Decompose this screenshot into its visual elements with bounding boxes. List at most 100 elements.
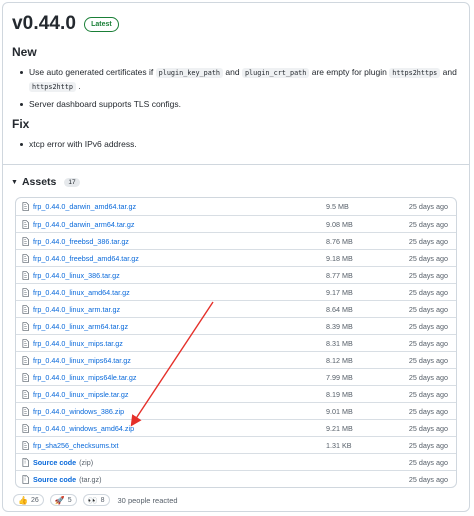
asset-row: frp_0.44.0_darwin_amd64.tar.gz 9.5 MB 25 d…	[16, 198, 456, 215]
new-item-dashboard-tls: Server dashboard supports TLS configs.	[19, 98, 459, 111]
package-icon	[22, 288, 29, 297]
asset-size: 8.64 MB	[326, 304, 353, 314]
package-icon	[22, 407, 29, 416]
rocket-icon: 🚀	[54, 495, 65, 505]
asset-size: 8.31 MB	[326, 338, 353, 348]
reaction-count: 5	[67, 496, 72, 504]
package-icon	[22, 305, 29, 314]
package-icon	[22, 390, 29, 399]
asset-download-link[interactable]: frp_0.44.0_linux_mips64le.tar.gz	[33, 373, 137, 382]
asset-date: 25 days ago	[408, 236, 448, 246]
asset-row: frp_0.44.0_linux_386.tar.gz 8.77 MB 25 day…	[16, 266, 456, 283]
release-title[interactable]: v0.44.0	[12, 13, 76, 35]
asset-size: 9.08 MB	[326, 219, 353, 229]
asset-download-link[interactable]: frp_0.44.0_linux_mips.tar.gz	[33, 339, 123, 348]
fix-item-xtcp: xtcp error with IPv6 address.	[19, 138, 459, 151]
reactions-summary[interactable]: 30 people reacted	[118, 496, 178, 505]
asset-date: 25 days ago	[408, 270, 448, 280]
package-icon	[22, 237, 29, 246]
asset-row: frp_0.44.0_windows_386.zip 9.01 MB 25 days…	[16, 402, 456, 419]
asset-date: 25 days ago	[408, 406, 448, 416]
asset-download-link[interactable]: frp_0.44.0_freebsd_amd64.tar.gz	[33, 254, 139, 263]
release-card: v0.44.0 Latest New Use auto generated ce…	[2, 2, 470, 512]
source-code-link[interactable]: Source code (tar.gz)	[33, 475, 102, 484]
assets-count-badge: 17	[64, 177, 80, 187]
asset-download-link[interactable]: frp_0.44.0_linux_mipsle.tar.gz	[33, 390, 129, 399]
asset-size: 8.76 MB	[326, 236, 353, 246]
reaction-thumbs-up[interactable]: 👍 26	[13, 494, 44, 506]
reaction-eyes[interactable]: 👀 8	[82, 494, 110, 506]
asset-row: frp_0.44.0_linux_arm64.tar.gz 8.39 MB 25 d…	[16, 317, 456, 334]
note-text: are empty for plugin	[311, 67, 387, 77]
asset-date: 25 days ago	[408, 457, 448, 467]
reaction-count: 26	[30, 496, 39, 504]
release-header: v0.44.0 Latest	[12, 13, 119, 35]
package-icon	[22, 271, 29, 280]
release-notes: v0.44.0 Latest New Use auto generated ce…	[3, 3, 469, 163]
package-icon	[22, 356, 29, 365]
package-icon	[22, 202, 29, 211]
note-text: Use auto generated certificates if	[29, 67, 154, 77]
divider	[3, 164, 469, 165]
asset-row: frp_0.44.0_linux_mips64le.tar.gz 7.99 MB 2…	[16, 368, 456, 385]
asset-size: 8.39 MB	[326, 321, 353, 331]
asset-download-link[interactable]: frp_0.44.0_linux_amd64.tar.gz	[33, 288, 130, 297]
asset-date: 25 days ago	[408, 372, 448, 382]
new-item-certificates: Use auto generated certificates if plugi…	[19, 66, 459, 94]
code-https2http: https2http	[29, 82, 76, 92]
asset-row: frp_0.44.0_windows_amd64.zip 9.21 MB 25 da…	[16, 419, 456, 436]
section-heading-fix: Fix	[12, 117, 30, 131]
caret-down-icon: ▼	[11, 178, 18, 186]
package-icon	[22, 322, 29, 331]
asset-size: 9.21 MB	[326, 423, 353, 433]
eyes-icon: 👀	[87, 495, 98, 505]
asset-download-link[interactable]: frp_sha256_checksums.txt	[33, 441, 119, 450]
asset-download-link[interactable]: frp_0.44.0_linux_386.tar.gz	[33, 271, 120, 280]
note-text: and	[225, 67, 240, 77]
assets-toggle[interactable]: ▼ Assets 17	[11, 176, 80, 188]
source-code-link[interactable]: Source code (zip)	[33, 458, 93, 467]
asset-date: 25 days ago	[408, 338, 448, 348]
asset-date: 25 days ago	[408, 253, 448, 263]
source-code-ext: (zip)	[79, 457, 94, 467]
new-list: Use auto generated certificates if plugi…	[19, 66, 459, 111]
asset-date: 25 days ago	[408, 321, 448, 331]
asset-size: 8.12 MB	[326, 355, 353, 365]
asset-download-link[interactable]: frp_0.44.0_linux_arm64.tar.gz	[33, 322, 128, 331]
asset-date: 25 days ago	[408, 304, 448, 314]
reactions-bar: 👍 26 🚀 5 👀 8 30 people reacted	[13, 494, 178, 506]
asset-date: 25 days ago	[408, 202, 448, 211]
source-code-label: Source code	[33, 457, 77, 467]
asset-download-link[interactable]: frp_0.44.0_windows_386.zip	[33, 407, 124, 416]
package-icon	[22, 220, 29, 229]
asset-size: 9.01 MB	[326, 406, 353, 416]
source-code-row: Source code (zip) 25 days ago	[16, 453, 456, 470]
package-icon	[22, 373, 29, 382]
package-icon	[22, 424, 29, 433]
asset-row: frp_0.44.0_linux_mips.tar.gz 8.31 MB 25 da…	[16, 334, 456, 351]
asset-row: frp_0.44.0_linux_arm.tar.gz 8.64 MB 25 day…	[16, 300, 456, 317]
reaction-rocket[interactable]: 🚀 5	[49, 494, 77, 506]
asset-download-link[interactable]: frp_0.44.0_darwin_amd64.tar.gz	[33, 202, 136, 211]
asset-date: 25 days ago	[408, 219, 448, 229]
asset-size: 7.99 MB	[326, 372, 353, 382]
code-https2https: https2https	[389, 68, 441, 78]
asset-download-link[interactable]: frp_0.44.0_darwin_arm64.tar.gz	[33, 220, 134, 229]
asset-date: 25 days ago	[408, 423, 448, 433]
asset-row: frp_sha256_checksums.txt 1.31 KB 25 days a…	[16, 436, 456, 453]
note-text: and	[442, 67, 457, 77]
assets-heading: Assets	[21, 176, 57, 188]
asset-row: frp_0.44.0_linux_mips64.tar.gz 8.12 MB 25 …	[16, 351, 456, 368]
section-heading-new: New	[12, 45, 37, 59]
file-zip-icon	[22, 458, 29, 467]
asset-download-link[interactable]: frp_0.44.0_linux_mips64.tar.gz	[33, 356, 131, 365]
file-zip-icon	[22, 475, 29, 484]
asset-row: frp_0.44.0_linux_amd64.tar.gz 9.17 MB 25 d…	[16, 283, 456, 300]
asset-download-link[interactable]: frp_0.44.0_freebsd_386.tar.gz	[33, 237, 129, 246]
note-text: .	[78, 81, 81, 91]
code-plugin-crt-path: plugin_crt_path	[241, 68, 310, 78]
asset-download-link[interactable]: frp_0.44.0_linux_arm.tar.gz	[33, 305, 120, 314]
asset-size: 9.18 MB	[326, 253, 353, 263]
asset-download-link[interactable]: frp_0.44.0_windows_amd64.zip	[33, 424, 134, 433]
latest-badge: Latest	[84, 16, 119, 32]
